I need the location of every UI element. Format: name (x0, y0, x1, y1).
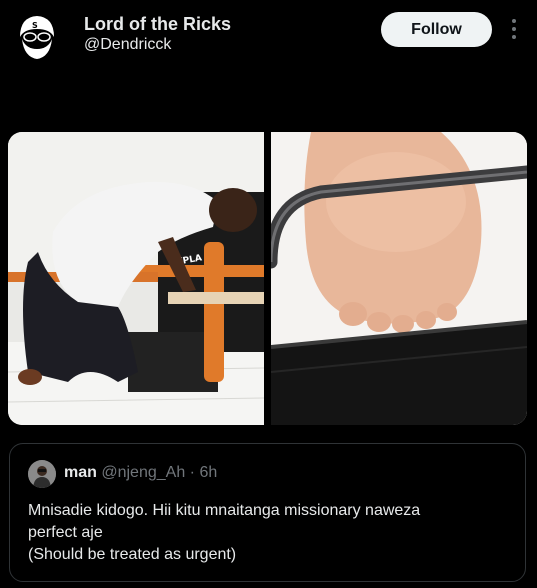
quoted-post-meta: man @njeng_Ah · 6h (64, 464, 217, 482)
bearded-figure-avatar-icon: S (10, 9, 64, 63)
media-photo-right[interactable] (271, 132, 527, 425)
quoted-text-line: (Should be treated as urgent) (28, 546, 237, 563)
quoted-text-line: Mnisadie kidogo. Hii kitu mnaitanga miss… (28, 502, 421, 519)
follow-button[interactable]: Follow (381, 12, 492, 47)
post-media: KYPLA (8, 132, 527, 425)
meta-separator: · (189, 464, 195, 481)
foot-under-bed-rail-photo (271, 132, 527, 425)
post-header: S Lord of the Ricks @Dendricck Follow (0, 0, 537, 70)
person-avatar-icon (28, 460, 56, 488)
quoted-post-text: Mnisadie kidogo. Hii kitu mnaitanga miss… (28, 500, 508, 566)
quoted-author-name[interactable]: man (64, 464, 97, 481)
dot (512, 27, 516, 31)
author-display-name[interactable]: Lord of the Ricks (84, 14, 231, 35)
quoted-post-time[interactable]: 6h (199, 464, 217, 481)
author-avatar[interactable]: S (10, 9, 64, 63)
quoted-author-handle[interactable]: @njeng_Ah (101, 464, 185, 481)
more-options-icon[interactable] (504, 16, 524, 42)
dot (512, 35, 516, 39)
person-kneeling-at-bed-photo: KYPLA (8, 132, 264, 425)
svg-text:S: S (32, 21, 38, 30)
author-handle[interactable]: @Dendricck (84, 36, 171, 54)
quoted-post[interactable]: man @njeng_Ah · 6h Mnisadie kidogo. Hii … (9, 443, 526, 582)
quoted-author-avatar[interactable] (28, 460, 56, 488)
dot (512, 19, 516, 23)
media-photo-left[interactable]: KYPLA (8, 132, 264, 425)
quoted-text-line: perfect aje (28, 524, 103, 541)
